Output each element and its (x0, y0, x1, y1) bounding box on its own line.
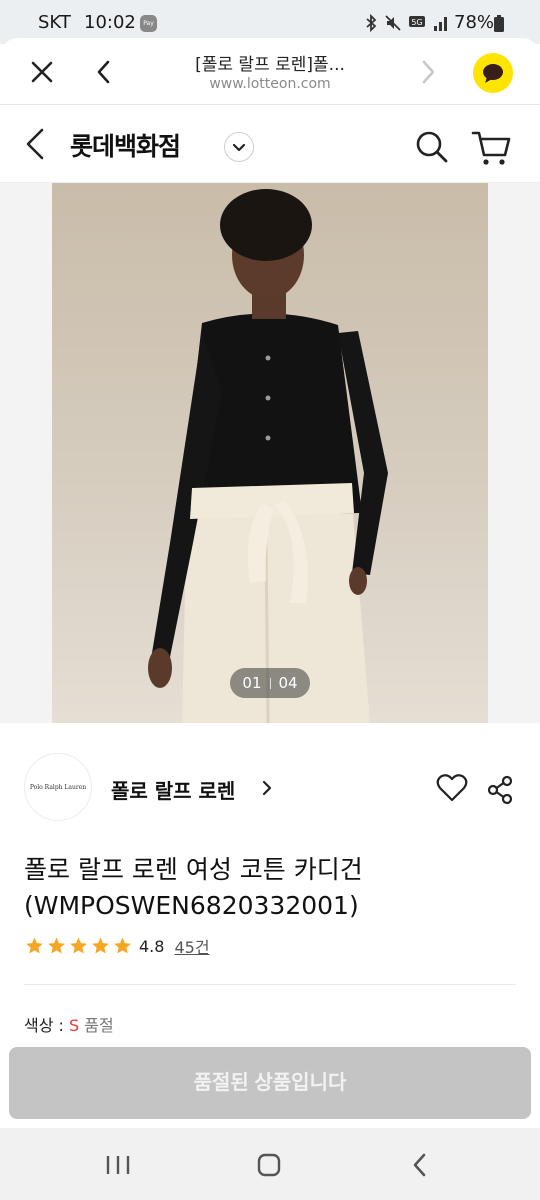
bluetooth-icon (366, 14, 377, 32)
5g-icon: 5G (409, 16, 425, 27)
nav-back-icon[interactable] (410, 1152, 430, 1178)
back-icon[interactable] (22, 127, 48, 161)
browser-back-icon[interactable] (92, 58, 116, 86)
store-brand[interactable]: 롯데백화점 (70, 127, 181, 163)
mute-icon (385, 15, 401, 31)
option-label: 색상 : (24, 1016, 70, 1035)
chat-bubble-icon (483, 64, 503, 83)
close-icon[interactable] (28, 58, 56, 86)
kakao-share-button[interactable] (473, 53, 513, 93)
counter-separator (269, 678, 271, 689)
option-status: 품절 (79, 1016, 114, 1035)
star-icon (114, 937, 131, 954)
store-dropdown-button[interactable] (224, 132, 254, 162)
review-count-link[interactable]: 45건 (174, 934, 209, 958)
clock: 10:02 (84, 12, 136, 33)
browser-toolbar: [폴로 랄프 로렌]폴... www.lotteon.com (0, 38, 540, 105)
model-photo-illustration (148, 189, 388, 723)
recent-apps-icon[interactable] (104, 1154, 132, 1176)
chevron-down-icon (232, 143, 246, 152)
product-title: 폴로 랄프 로렌 여성 코튼 카디건 (WMPOSWEN6820332001) (24, 852, 516, 924)
rating-score: 4.8 (139, 936, 165, 956)
option-row: 색상 : S 품절 (24, 1012, 114, 1036)
option-value: S (69, 1016, 80, 1035)
star-icon (26, 937, 43, 954)
product-gallery[interactable]: 01 04 (0, 183, 540, 723)
heart-icon[interactable] (436, 773, 468, 803)
share-icon[interactable] (486, 775, 514, 805)
star-icon (48, 937, 65, 954)
image-counter: 01 04 (230, 668, 310, 698)
svg-text:5G: 5G (411, 18, 422, 27)
cart-icon[interactable] (471, 129, 513, 167)
product-title-line1: 폴로 랄프 로렌 여성 코튼 카디건 (24, 855, 363, 884)
site-header: 롯데백화점 (0, 105, 540, 183)
home-icon[interactable] (256, 1152, 282, 1178)
battery-icon (494, 15, 504, 32)
brand-logo[interactable]: Polo Ralph Lauren (24, 753, 92, 821)
search-icon[interactable] (414, 129, 450, 165)
brand-name-link[interactable]: 폴로 랄프 로렌 (111, 775, 235, 804)
pay-icon: Pay (140, 15, 157, 32)
product-photo[interactable] (52, 183, 488, 723)
chevron-right-icon[interactable] (260, 779, 274, 797)
image-current: 01 (242, 674, 262, 692)
carrier-label: SKT (38, 12, 71, 33)
signal-icon (434, 17, 447, 31)
image-total: 04 (278, 674, 298, 692)
system-nav-bar (0, 1128, 540, 1200)
star-icon (70, 937, 87, 954)
page-url[interactable]: www.lotteon.com (150, 76, 390, 92)
brand-row: Polo Ralph Lauren 폴로 랄프 로렌 (0, 723, 540, 853)
product-title-line2: (WMPOSWEN6820332001) (24, 891, 359, 920)
page-title: [폴로 랄프 로렌]폴... (195, 55, 345, 75)
system-icons: 5G (364, 14, 450, 32)
soldout-button[interactable]: 품절된 상품입니다 (9, 1047, 531, 1119)
rating-stars (24, 936, 133, 956)
star-icon (92, 937, 109, 954)
battery-level: 78% (454, 12, 495, 33)
divider (24, 984, 516, 985)
product-rating: 4.8 45건 (24, 934, 210, 958)
browser-forward-icon[interactable] (416, 58, 440, 86)
